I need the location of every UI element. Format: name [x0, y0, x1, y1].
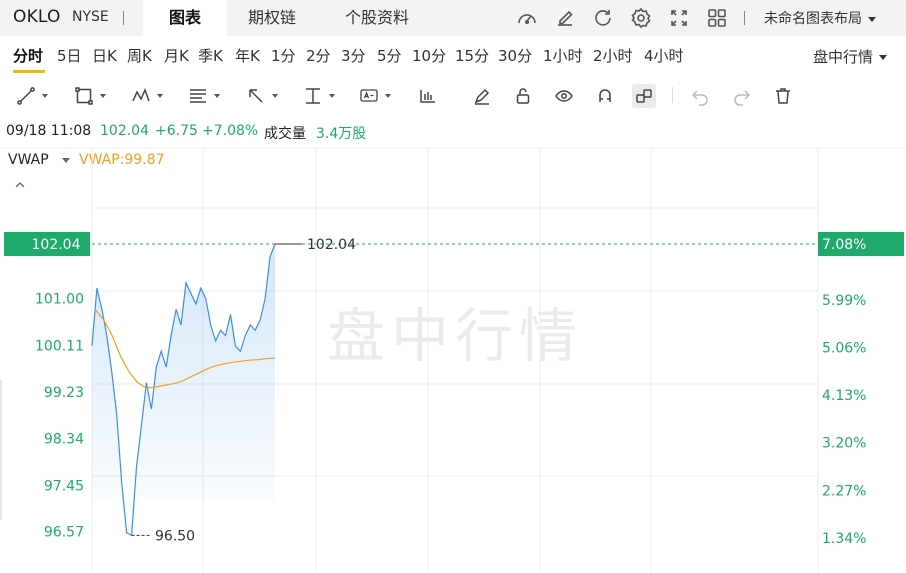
low-marker-label: 96.50: [155, 528, 195, 544]
y-tick-label: 97.45: [44, 478, 84, 494]
y-tick-label: 96.57: [44, 525, 84, 541]
high-marker-label: 102.04: [307, 237, 356, 253]
price-area: [92, 244, 275, 536]
y-tick-label: 99.23: [44, 385, 84, 401]
y-tick-label: 100.11: [35, 339, 84, 355]
pct-tick-label: 2.27%: [822, 483, 866, 499]
last-pct-badge-label: 7.08%: [822, 237, 866, 253]
pct-tick-label: 1.34%: [822, 531, 866, 547]
watermark-text: 盘中行情: [327, 302, 583, 370]
pct-tick-label: 3.20%: [822, 436, 866, 452]
pct-tick-label: 5.99%: [822, 293, 866, 309]
last-price-badge-label: 102.04: [32, 237, 81, 253]
y-tick-label: 101.00: [35, 292, 84, 308]
pct-tick-label: 5.06%: [822, 340, 866, 356]
y-tick-label: 98.34: [44, 432, 84, 448]
price-chart[interactable]: 盘中行情 102.04 96.50 102.04 7.08% 101.00 100.11 99…: [0, 0, 906, 573]
pct-tick-label: 4.13%: [822, 388, 866, 404]
